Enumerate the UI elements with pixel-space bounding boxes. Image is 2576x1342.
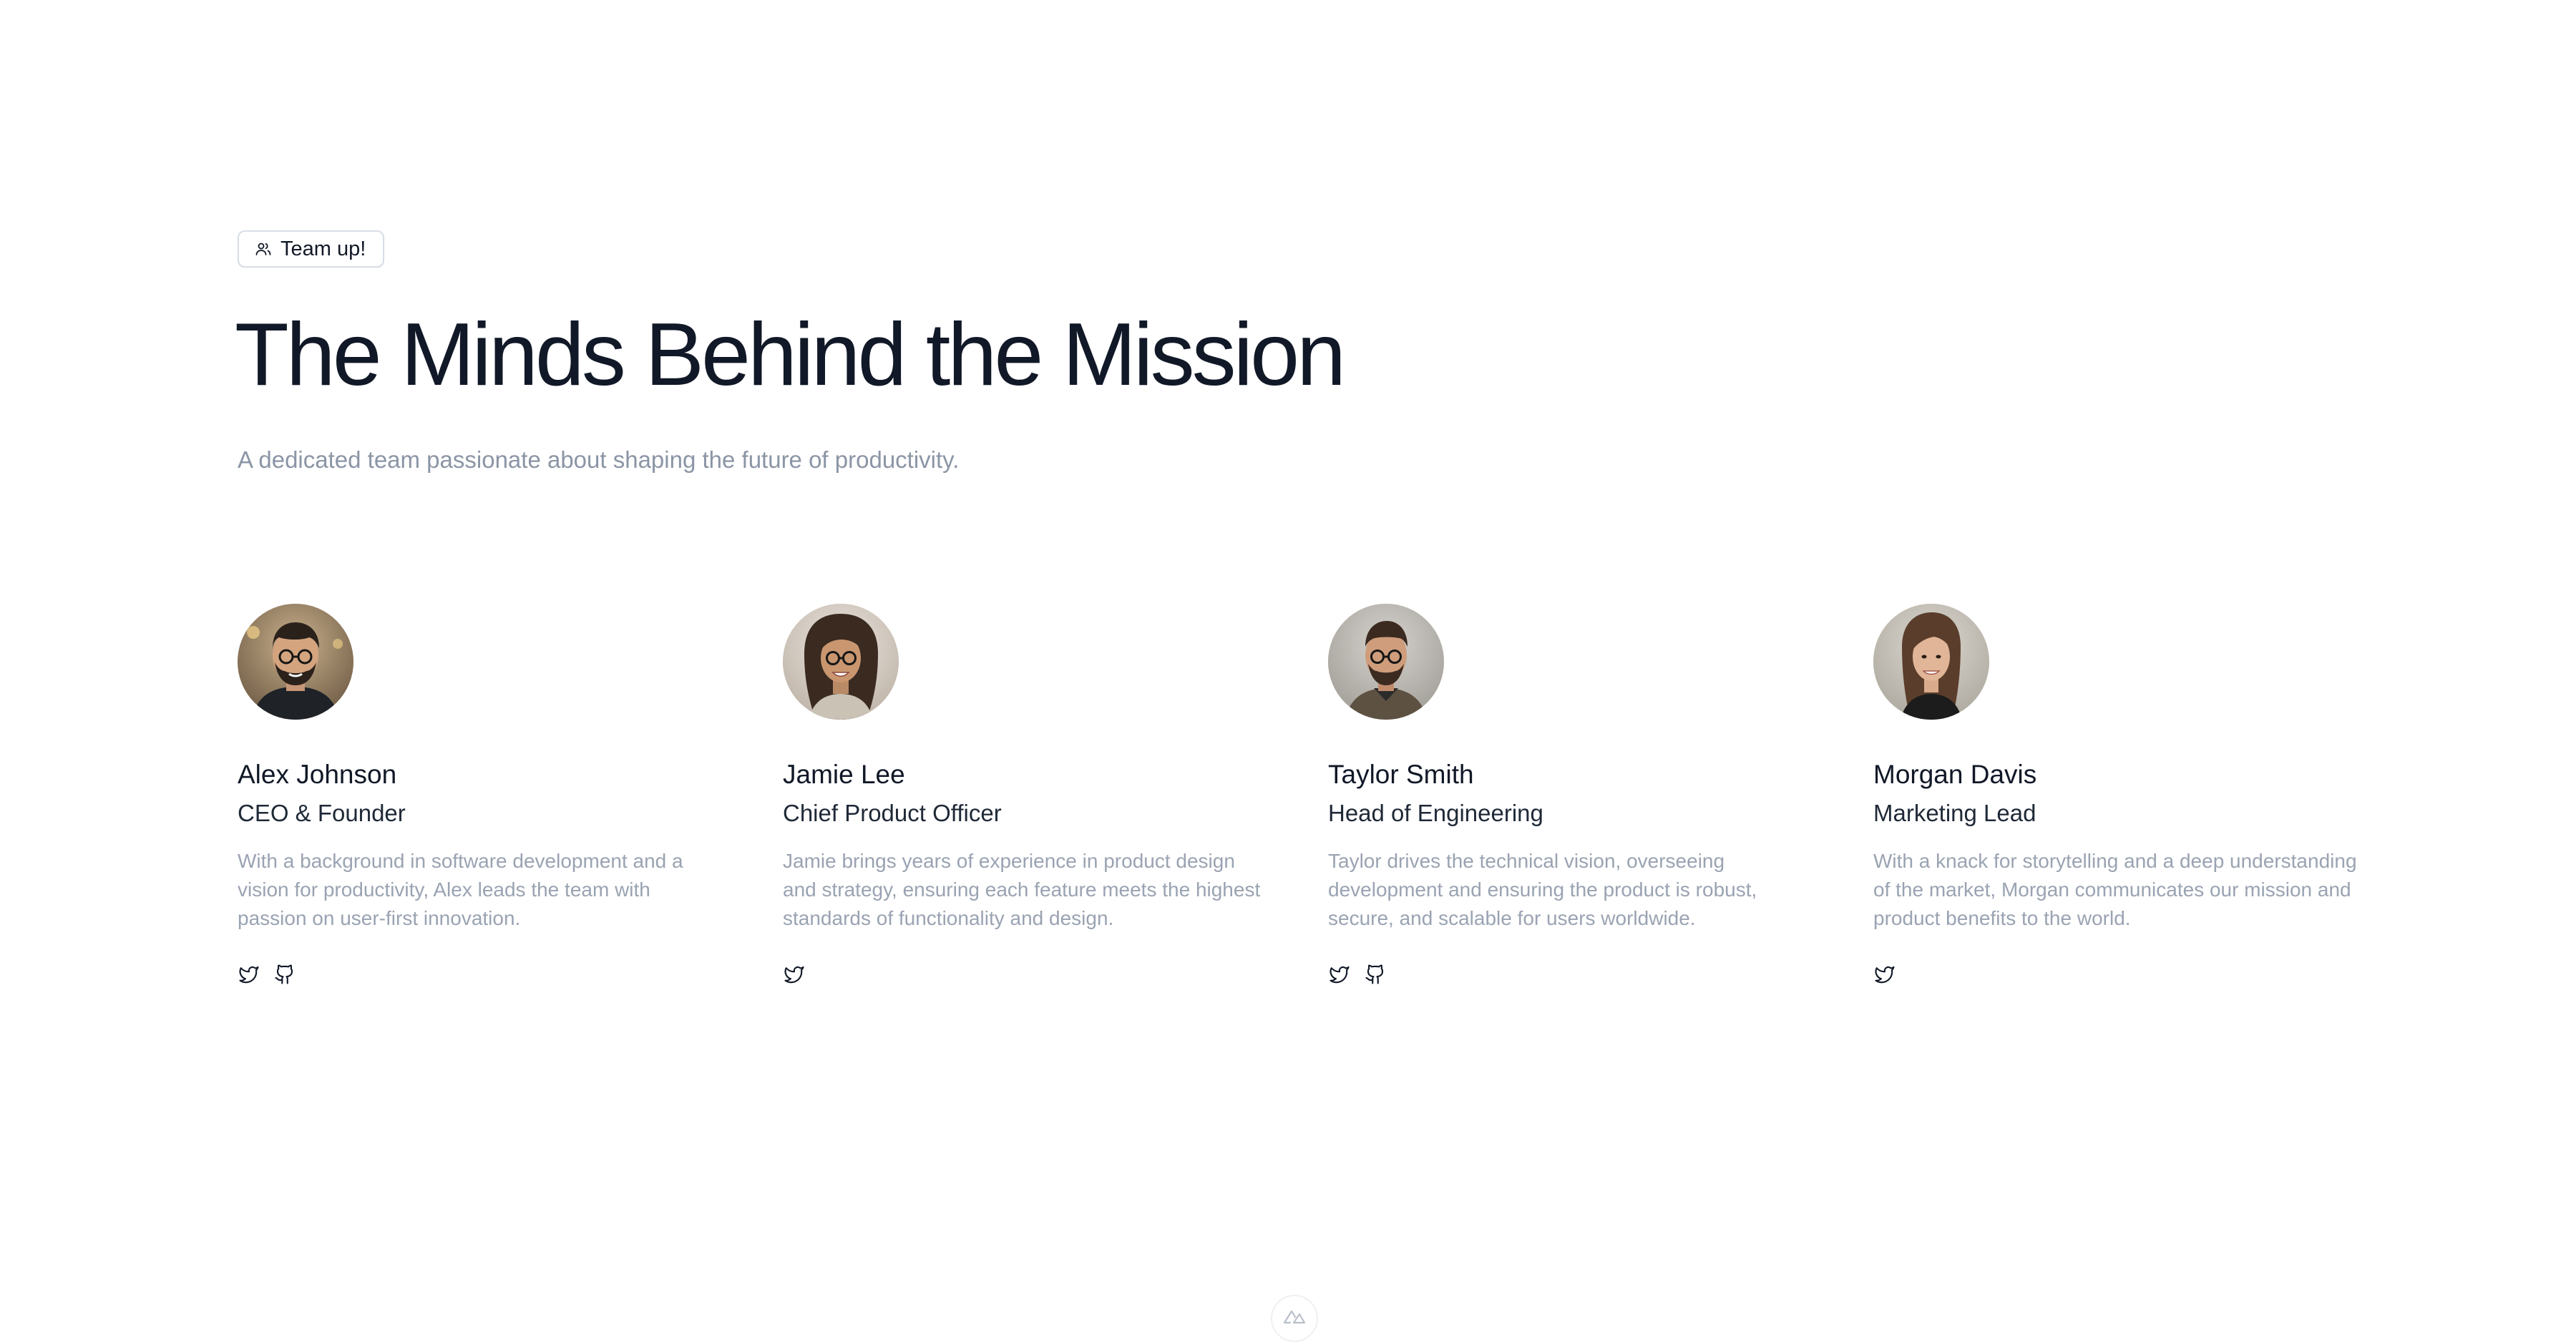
member-bio: Taylor drives the technical vision, over… [1328, 850, 1757, 929]
member-bio: With a knack for storytelling and a deep… [1873, 850, 2357, 929]
twitter-icon[interactable] [1328, 963, 1351, 986]
nuxt-logo-icon[interactable] [1271, 1295, 1318, 1342]
badge-label: Team up! [280, 237, 366, 260]
social-links [1873, 963, 2360, 986]
twitter-icon[interactable] [1873, 963, 1896, 986]
team-grid: Alex Johnson CEO & Founder With a backgr… [238, 604, 2420, 1004]
users-icon [255, 240, 272, 258]
social-links [1328, 963, 1815, 986]
team-member-card: Jamie Lee Chief Product Officer Jamie br… [783, 604, 1269, 986]
github-icon[interactable] [273, 963, 296, 986]
member-bio: With a background in software developmen… [238, 850, 683, 929]
team-member-card: Morgan Davis Marketing Lead With a knack… [1873, 604, 2360, 986]
member-role: CEO & Founder [238, 800, 406, 826]
member-name: Jamie Lee [783, 760, 905, 789]
social-links [238, 963, 724, 986]
member-role: Head of Engineering [1328, 800, 1543, 826]
avatar [1328, 604, 1444, 720]
member-role: Marketing Lead [1873, 800, 2036, 826]
avatar [1873, 604, 1989, 720]
team-up-badge: Team up! [238, 230, 385, 268]
avatar [783, 604, 899, 720]
team-member-card: Taylor Smith Head of Engineering Taylor … [1328, 604, 1815, 986]
twitter-icon[interactable] [783, 963, 806, 986]
member-name: Alex Johnson [238, 760, 397, 789]
page-subtitle: A dedicated team passionate about shapin… [238, 446, 960, 473]
member-role: Chief Product Officer [783, 800, 1002, 826]
team-member-card: Alex Johnson CEO & Founder With a backgr… [238, 604, 724, 986]
member-name: Morgan Davis [1873, 760, 2037, 789]
member-bio: Jamie brings years of experience in prod… [783, 850, 1261, 929]
github-icon[interactable] [1364, 963, 1387, 986]
member-name: Taylor Smith [1328, 760, 1474, 789]
twitter-icon[interactable] [238, 963, 260, 986]
avatar [238, 604, 353, 720]
page-title: The Minds Behind the Mission [235, 305, 1346, 404]
social-links [783, 963, 1269, 986]
